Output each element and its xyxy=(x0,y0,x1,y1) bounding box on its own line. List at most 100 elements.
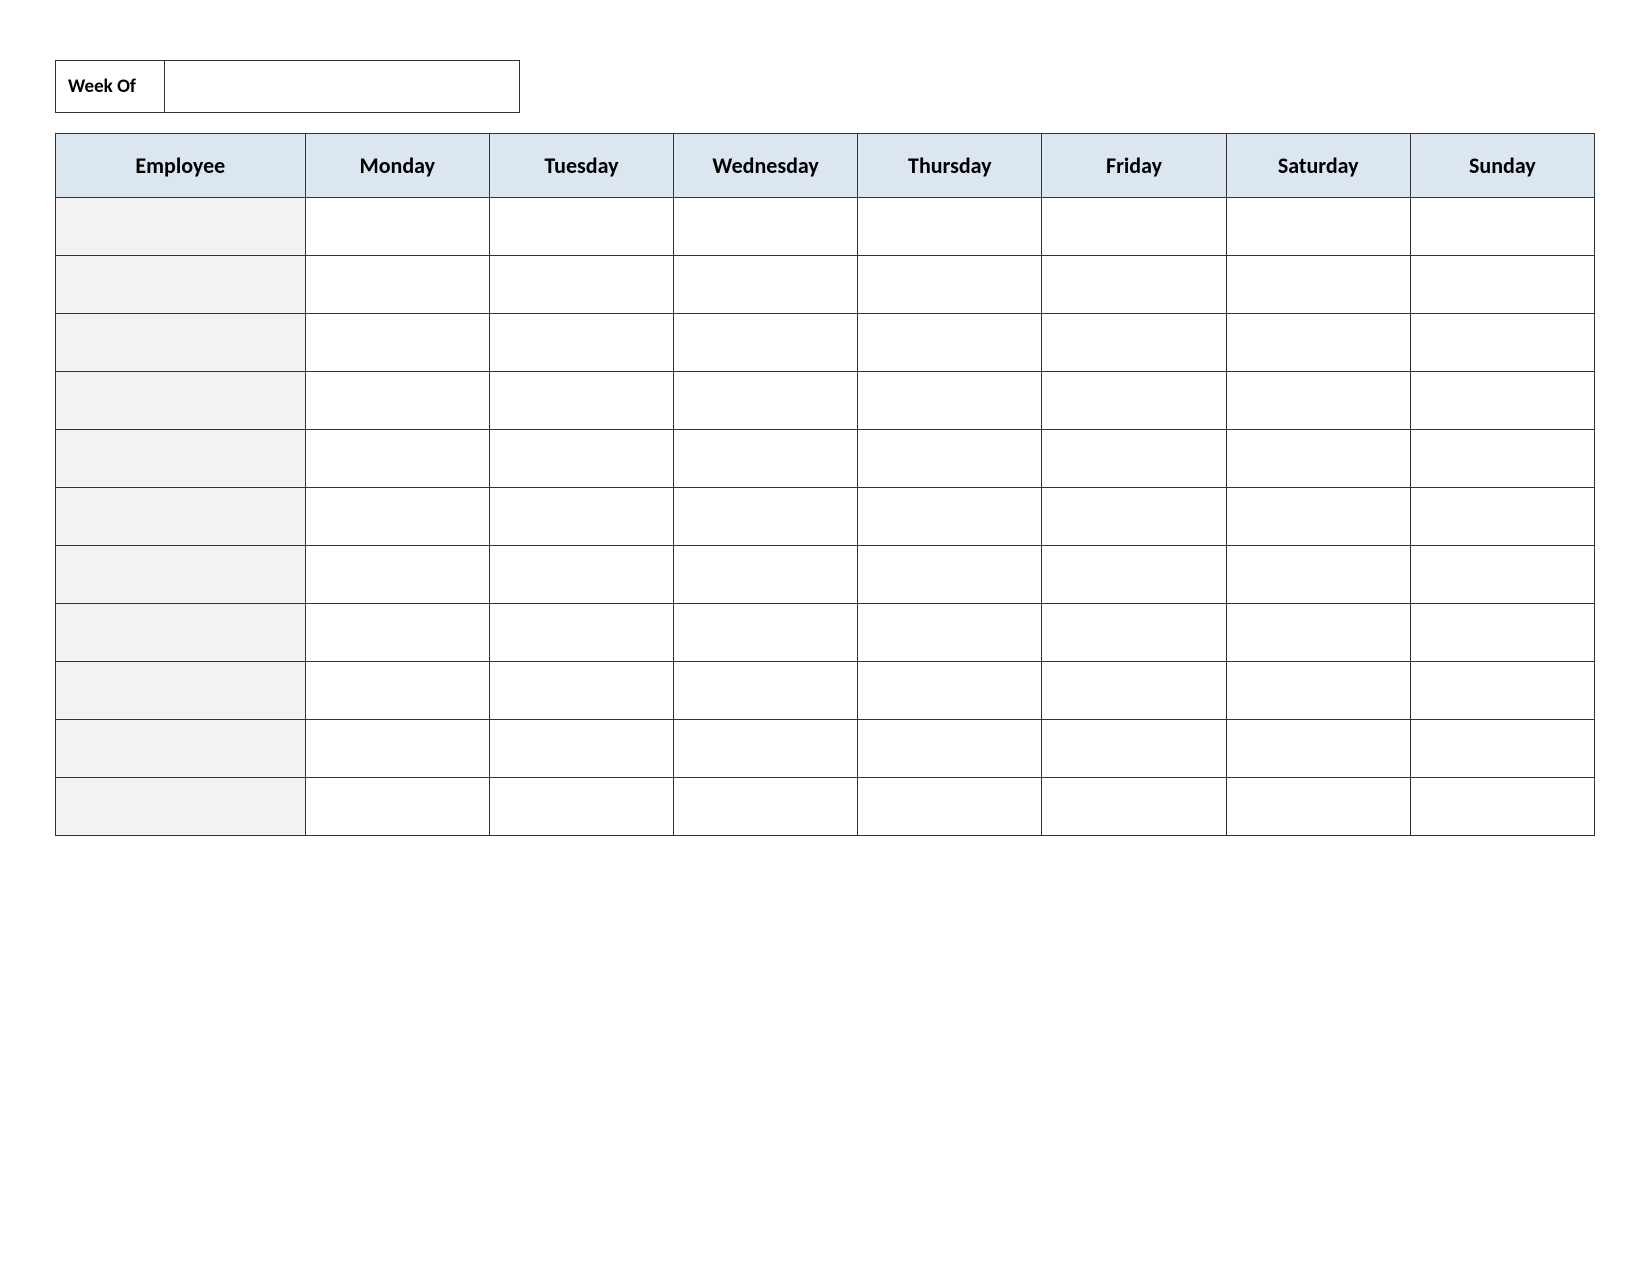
week-of-label: Week Of xyxy=(55,60,165,113)
day-cell-monday[interactable] xyxy=(305,256,489,314)
schedule-table: Employee Monday Tuesday Wednesday Thursd… xyxy=(55,133,1595,836)
employee-cell[interactable] xyxy=(56,314,306,372)
day-cell-tuesday[interactable] xyxy=(489,604,673,662)
day-cell-monday[interactable] xyxy=(305,314,489,372)
table-row xyxy=(56,604,1595,662)
day-cell-monday[interactable] xyxy=(305,198,489,256)
day-cell-monday[interactable] xyxy=(305,778,489,836)
day-cell-wednesday[interactable] xyxy=(674,546,858,604)
day-cell-friday[interactable] xyxy=(1042,372,1226,430)
employee-cell[interactable] xyxy=(56,256,306,314)
day-cell-thursday[interactable] xyxy=(858,720,1042,778)
day-cell-sunday[interactable] xyxy=(1410,314,1594,372)
day-cell-friday[interactable] xyxy=(1042,546,1226,604)
employee-cell[interactable] xyxy=(56,198,306,256)
day-cell-wednesday[interactable] xyxy=(674,430,858,488)
day-cell-tuesday[interactable] xyxy=(489,662,673,720)
day-cell-friday[interactable] xyxy=(1042,198,1226,256)
employee-cell[interactable] xyxy=(56,662,306,720)
employee-cell[interactable] xyxy=(56,778,306,836)
day-cell-monday[interactable] xyxy=(305,720,489,778)
day-cell-saturday[interactable] xyxy=(1226,488,1410,546)
table-row xyxy=(56,546,1595,604)
day-cell-sunday[interactable] xyxy=(1410,662,1594,720)
day-cell-friday[interactable] xyxy=(1042,256,1226,314)
employee-cell[interactable] xyxy=(56,604,306,662)
week-of-input[interactable] xyxy=(165,60,520,113)
day-cell-friday[interactable] xyxy=(1042,488,1226,546)
day-cell-tuesday[interactable] xyxy=(489,430,673,488)
day-cell-tuesday[interactable] xyxy=(489,546,673,604)
day-cell-thursday[interactable] xyxy=(858,314,1042,372)
col-header-friday: Friday xyxy=(1042,134,1226,198)
day-cell-tuesday[interactable] xyxy=(489,372,673,430)
day-cell-sunday[interactable] xyxy=(1410,546,1594,604)
day-cell-sunday[interactable] xyxy=(1410,720,1594,778)
day-cell-sunday[interactable] xyxy=(1410,430,1594,488)
day-cell-friday[interactable] xyxy=(1042,720,1226,778)
table-row xyxy=(56,372,1595,430)
day-cell-thursday[interactable] xyxy=(858,662,1042,720)
employee-cell[interactable] xyxy=(56,430,306,488)
day-cell-tuesday[interactable] xyxy=(489,198,673,256)
employee-cell[interactable] xyxy=(56,720,306,778)
day-cell-friday[interactable] xyxy=(1042,778,1226,836)
day-cell-saturday[interactable] xyxy=(1226,662,1410,720)
day-cell-monday[interactable] xyxy=(305,372,489,430)
day-cell-saturday[interactable] xyxy=(1226,546,1410,604)
day-cell-friday[interactable] xyxy=(1042,430,1226,488)
day-cell-thursday[interactable] xyxy=(858,372,1042,430)
day-cell-friday[interactable] xyxy=(1042,662,1226,720)
day-cell-wednesday[interactable] xyxy=(674,488,858,546)
day-cell-wednesday[interactable] xyxy=(674,314,858,372)
day-cell-thursday[interactable] xyxy=(858,604,1042,662)
day-cell-saturday[interactable] xyxy=(1226,256,1410,314)
day-cell-wednesday[interactable] xyxy=(674,662,858,720)
day-cell-monday[interactable] xyxy=(305,430,489,488)
day-cell-tuesday[interactable] xyxy=(489,778,673,836)
day-cell-saturday[interactable] xyxy=(1226,314,1410,372)
day-cell-sunday[interactable] xyxy=(1410,604,1594,662)
day-cell-friday[interactable] xyxy=(1042,314,1226,372)
day-cell-thursday[interactable] xyxy=(858,198,1042,256)
day-cell-thursday[interactable] xyxy=(858,256,1042,314)
day-cell-saturday[interactable] xyxy=(1226,198,1410,256)
day-cell-thursday[interactable] xyxy=(858,546,1042,604)
day-cell-monday[interactable] xyxy=(305,662,489,720)
day-cell-sunday[interactable] xyxy=(1410,198,1594,256)
day-cell-thursday[interactable] xyxy=(858,778,1042,836)
employee-cell[interactable] xyxy=(56,546,306,604)
day-cell-wednesday[interactable] xyxy=(674,778,858,836)
day-cell-wednesday[interactable] xyxy=(674,372,858,430)
day-cell-friday[interactable] xyxy=(1042,604,1226,662)
day-cell-saturday[interactable] xyxy=(1226,778,1410,836)
col-header-wednesday: Wednesday xyxy=(674,134,858,198)
day-cell-monday[interactable] xyxy=(305,546,489,604)
day-cell-saturday[interactable] xyxy=(1226,720,1410,778)
col-header-tuesday: Tuesday xyxy=(489,134,673,198)
day-cell-thursday[interactable] xyxy=(858,430,1042,488)
day-cell-tuesday[interactable] xyxy=(489,720,673,778)
employee-cell[interactable] xyxy=(56,372,306,430)
day-cell-tuesday[interactable] xyxy=(489,314,673,372)
day-cell-wednesday[interactable] xyxy=(674,256,858,314)
day-cell-thursday[interactable] xyxy=(858,488,1042,546)
day-cell-tuesday[interactable] xyxy=(489,488,673,546)
day-cell-monday[interactable] xyxy=(305,604,489,662)
day-cell-tuesday[interactable] xyxy=(489,256,673,314)
day-cell-saturday[interactable] xyxy=(1226,430,1410,488)
day-cell-sunday[interactable] xyxy=(1410,488,1594,546)
employee-cell[interactable] xyxy=(56,488,306,546)
day-cell-monday[interactable] xyxy=(305,488,489,546)
col-header-saturday: Saturday xyxy=(1226,134,1410,198)
day-cell-wednesday[interactable] xyxy=(674,720,858,778)
day-cell-sunday[interactable] xyxy=(1410,372,1594,430)
day-cell-sunday[interactable] xyxy=(1410,778,1594,836)
day-cell-wednesday[interactable] xyxy=(674,604,858,662)
day-cell-saturday[interactable] xyxy=(1226,372,1410,430)
table-row xyxy=(56,430,1595,488)
day-cell-wednesday[interactable] xyxy=(674,198,858,256)
day-cell-saturday[interactable] xyxy=(1226,604,1410,662)
day-cell-sunday[interactable] xyxy=(1410,256,1594,314)
table-row xyxy=(56,778,1595,836)
